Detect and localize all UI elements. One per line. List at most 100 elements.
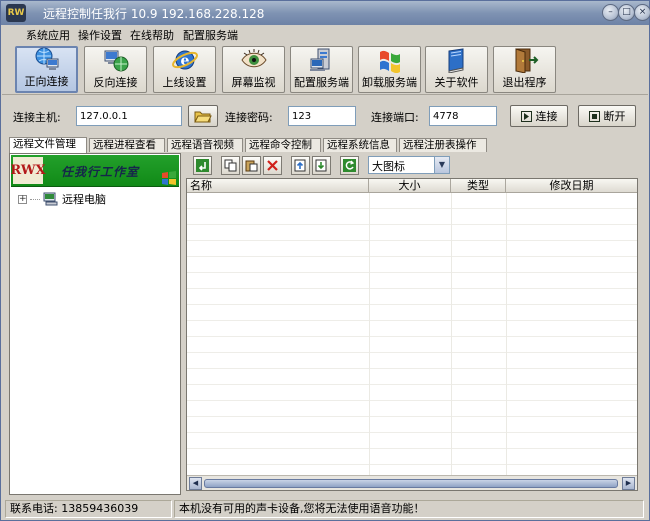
remote-tree-panel: RWX 任我行工作室 + 远程电脑 [9, 153, 181, 495]
title-bar[interactable]: RW 远程控制任我行 10.9 192.168.228.128 – □ × [1, 1, 650, 25]
book-icon [443, 47, 471, 73]
connect-button[interactable]: 连接 [510, 105, 568, 127]
scroll-left-icon[interactable]: ◀ [189, 477, 202, 490]
column-name[interactable]: 名称 [187, 179, 369, 193]
file-manager-panel: 大图标 ▼ 名称 大小 类型 修改日期 ◀ ▶ [185, 153, 645, 495]
server-config-icon [308, 47, 336, 73]
menu-settings[interactable]: 操作设置 [78, 27, 122, 43]
reverse-connect-button[interactable]: 反向连接 [84, 46, 147, 93]
exit-button[interactable]: 退出程序 [493, 46, 556, 93]
reverse-connect-label: 反向连接 [93, 76, 138, 89]
password-label: 连接密码: [225, 111, 273, 124]
disconnect-label: 断开 [603, 110, 626, 123]
windows-logo-icon [376, 47, 404, 73]
paste-button[interactable] [242, 156, 261, 175]
connect-label: 连接 [535, 110, 558, 123]
screen-monitor-label: 屏幕监视 [231, 76, 276, 89]
password-input[interactable] [288, 106, 356, 126]
upload-icon [294, 159, 306, 172]
about-label: 关于软件 [434, 76, 479, 89]
chevron-down-icon[interactable]: ▼ [434, 157, 449, 173]
function-tabs: 远程文件管理 远程进程查看 远程语音视频 远程命令控制 远程系统信息 远程注册表… [7, 137, 647, 153]
studio-banner: RWX 任我行工作室 [10, 155, 179, 187]
copy-icon [224, 159, 237, 172]
scroll-right-icon[interactable]: ▶ [622, 477, 635, 490]
banner-text: 任我行工作室 [61, 165, 140, 179]
browse-host-button[interactable] [188, 105, 218, 127]
tab-system-info[interactable]: 远程系统信息 [323, 138, 397, 152]
tab-file-manager[interactable]: 远程文件管理 [9, 137, 87, 153]
menu-system[interactable]: 系统应用 [26, 27, 70, 43]
computer-icon [43, 192, 58, 206]
close-button[interactable]: × [634, 4, 650, 21]
app-logo-icon: RW [6, 4, 26, 22]
refresh-icon [343, 159, 356, 172]
menu-bar: 系统应用 操作设置 在线帮助 配置服务端 [2, 25, 648, 43]
file-list-body[interactable] [187, 193, 637, 475]
tab-registry[interactable]: 远程注册表操作 [399, 138, 487, 152]
banner-logo: RWX [10, 157, 46, 184]
status-phone: 联系电话: 13859436039 [5, 500, 172, 518]
online-settings-button[interactable]: e 上线设置 [153, 46, 216, 93]
port-input[interactable] [429, 106, 497, 126]
forward-connect-button[interactable]: 正向连接 [15, 46, 78, 93]
view-mode-value: 大图标 [372, 160, 405, 173]
screen-monitor-button[interactable]: 屏幕监视 [222, 46, 285, 93]
horizontal-scrollbar[interactable]: ◀ ▶ [187, 475, 637, 490]
window-title: 远程控制任我行 10.9 192.168.228.128 [43, 7, 265, 21]
menu-help[interactable]: 在线帮助 [130, 27, 174, 43]
file-toolbar: 大图标 ▼ [185, 153, 645, 177]
computer-globe-icon [102, 47, 130, 73]
tree-node-label: 远程电脑 [62, 193, 106, 206]
config-server-button[interactable]: 配置服务端 [290, 46, 353, 93]
tab-command-control[interactable]: 远程命令控制 [245, 138, 321, 152]
scroll-thumb[interactable] [204, 479, 618, 488]
tree-expander[interactable]: + [18, 194, 27, 204]
host-input[interactable] [76, 106, 182, 126]
menu-config-server[interactable]: 配置服务端 [183, 27, 238, 43]
globe-computer-icon [33, 46, 61, 72]
stop-icon [588, 110, 600, 122]
status-bar: 联系电话: 13859436039 本机没有可用的声卡设备,您将无法使用语音功能… [2, 499, 648, 520]
exit-label: 退出程序 [502, 76, 547, 89]
back-button[interactable] [193, 156, 212, 175]
view-mode-select[interactable]: 大图标 ▼ [368, 156, 450, 174]
forward-connect-label: 正向连接 [24, 75, 69, 88]
uninstall-server-button[interactable]: 卸载服务端 [358, 46, 421, 93]
upload-button[interactable] [291, 156, 310, 175]
tab-voice-video[interactable]: 远程语音视频 [167, 138, 243, 152]
file-list[interactable]: 名称 大小 类型 修改日期 ◀ ▶ [186, 178, 638, 491]
port-label: 连接端口: [371, 111, 419, 124]
back-arrow-icon [196, 159, 209, 172]
copy-button[interactable] [221, 156, 240, 175]
download-icon [315, 159, 327, 172]
tree-node-remote-computer[interactable]: + 远程电脑 [18, 192, 106, 206]
refresh-button[interactable] [340, 156, 359, 175]
connection-panel: 连接主机: 连接密码: 连接端口: 连接 断开 [2, 97, 648, 135]
status-message: 本机没有可用的声卡设备,您将无法使用语音功能！ [174, 500, 644, 518]
uninstall-server-label: 卸载服务端 [362, 76, 417, 89]
delete-button[interactable] [263, 156, 282, 175]
online-settings-label: 上线设置 [162, 76, 207, 89]
main-toolbar: 正向连接 反向连接 e 上线设置 屏幕监视 配置服务端 卸载服务端 关于软件 退… [2, 43, 648, 95]
tab-process-viewer[interactable]: 远程进程查看 [89, 138, 165, 152]
internet-explorer-icon: e [171, 47, 199, 73]
windows-flag-icon [162, 171, 176, 185]
eye-icon [240, 47, 268, 73]
play-icon [520, 110, 532, 122]
host-label: 连接主机: [13, 111, 61, 124]
file-list-header: 名称 大小 类型 修改日期 [187, 179, 637, 193]
exit-door-icon [511, 47, 539, 73]
column-modified[interactable]: 修改日期 [506, 179, 637, 193]
disconnect-button[interactable]: 断开 [578, 105, 636, 127]
maximize-button[interactable]: □ [618, 4, 635, 21]
column-type[interactable]: 类型 [451, 179, 506, 193]
download-button[interactable] [312, 156, 331, 175]
column-size[interactable]: 大小 [369, 179, 451, 193]
main-window: RW 远程控制任我行 10.9 192.168.228.128 – □ × 系统… [0, 0, 650, 521]
minimize-button[interactable]: – [602, 4, 619, 21]
about-button[interactable]: 关于软件 [425, 46, 488, 93]
paste-icon [245, 160, 258, 172]
config-server-label: 配置服务端 [294, 76, 349, 89]
delete-icon [267, 160, 278, 171]
